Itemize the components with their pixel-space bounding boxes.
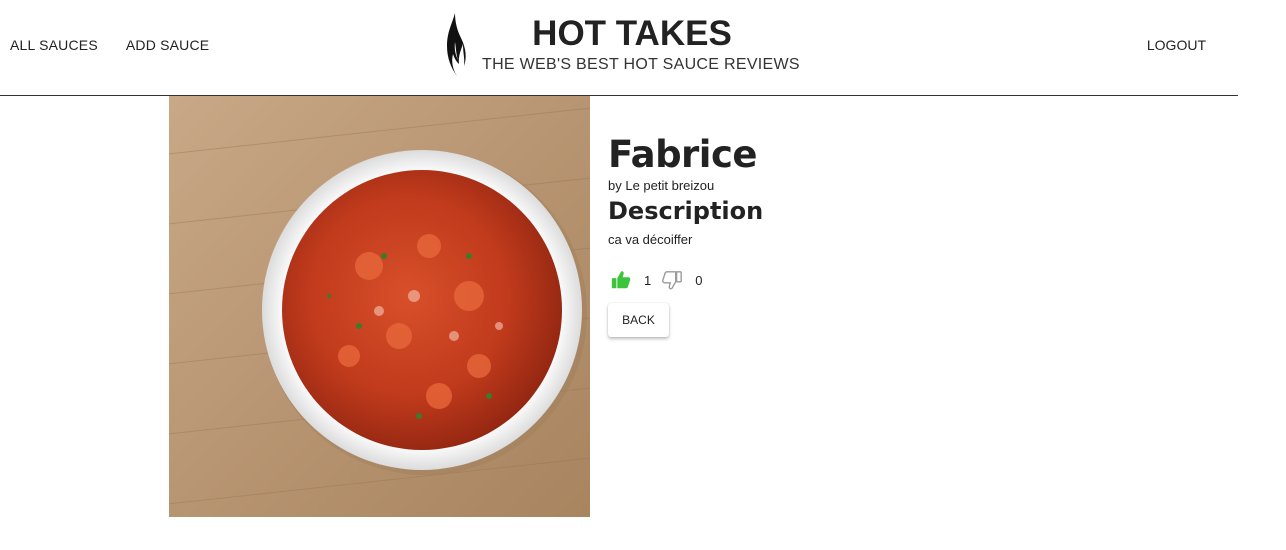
sauce-manufacturer: by Le petit breizou [608,178,715,193]
brand: HOT TAKES THE WEB'S BEST HOT SAUCE REVIE… [482,14,800,76]
sauce-details: Fabrice by Le petit breizou Description … [608,133,1108,249]
vote-controls: 1 0 [610,268,712,292]
sauce-image [169,96,590,517]
salsa-bowl-photo [169,96,590,517]
brand-subtitle: THE WEB'S BEST HOT SAUCE REVIEWS [482,56,800,73]
nav-add-sauce-link[interactable]: ADD SAUCE [126,37,209,53]
user-nav: LOGOUT [1147,37,1206,53]
brand-title: HOT TAKES [532,14,732,53]
site-header: ALL SAUCES ADD SAUCE HOT TAKES THE WEB'S… [0,0,1238,96]
flame-icon [447,13,466,76]
logout-link[interactable]: LOGOUT [1147,37,1206,53]
sauce-description: ca va décoiffer [608,232,693,247]
dislikes-count: 0 [695,272,703,288]
back-button[interactable]: BACK [608,303,669,337]
likes-count: 1 [644,272,652,288]
main-nav: ALL SAUCES ADD SAUCE [10,37,209,53]
description-heading: Description [608,197,764,225]
sauce-name: Fabrice [608,133,758,176]
thumbs-down-icon[interactable] [661,269,683,291]
thumbs-up-icon[interactable] [610,269,632,291]
nav-all-sauces-link[interactable]: ALL SAUCES [10,37,98,53]
